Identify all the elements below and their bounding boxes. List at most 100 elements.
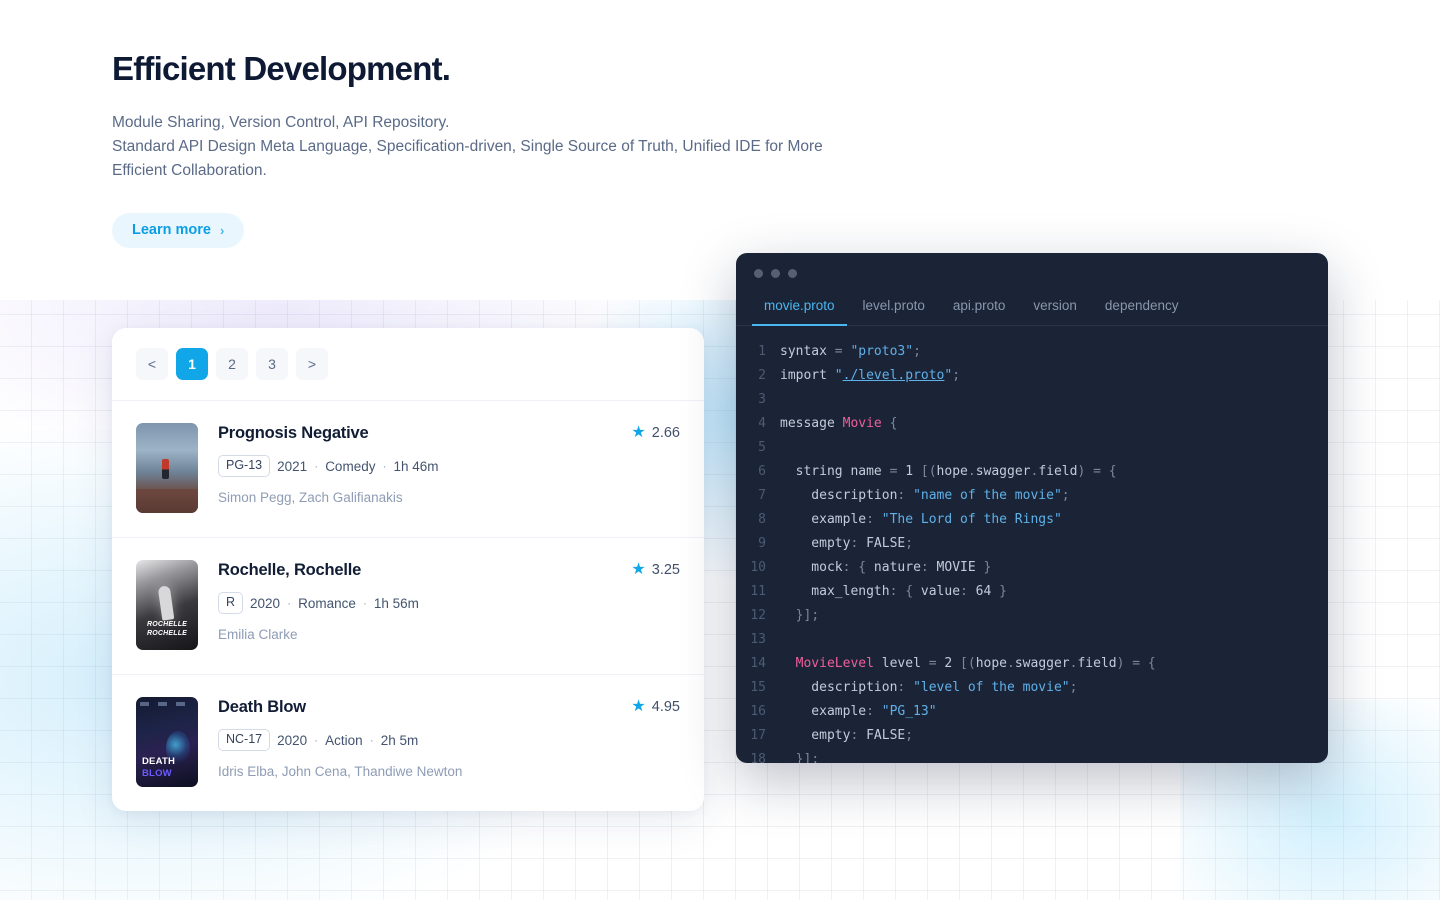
code-line: 8 example: "The Lord of the Rings" <box>736 508 1328 532</box>
tab-version[interactable]: version <box>1021 290 1089 326</box>
movie-year: 2020 <box>250 595 281 611</box>
movie-meta: NC-17 2020 · Action · 2h 5m <box>218 729 611 751</box>
poster-title-line1: ROCHELLE <box>146 621 188 629</box>
movie-poster: DEATH BLOW <box>136 697 198 787</box>
maximize-icon[interactable] <box>788 269 797 278</box>
pagination-prev-button[interactable]: < <box>136 348 168 380</box>
poster-title-line2: ROCHELLE <box>146 629 188 637</box>
movie-meta: R 2020 · Romance · 1h 56m <box>218 592 611 614</box>
line-number: 16 <box>750 704 766 719</box>
tab-level-proto[interactable]: level.proto <box>851 290 937 326</box>
movie-info: Rochelle, Rochelle R 2020 · Romance · 1h… <box>218 560 611 642</box>
poster-title-line2: NEGATIVE <box>147 499 187 508</box>
code-line-text: max_length: { value: 64 } <box>780 584 1007 599</box>
tab-api-proto[interactable]: api.proto <box>941 290 1018 326</box>
code-editor-window: movie.proto level.proto api.proto versio… <box>736 253 1328 763</box>
meta-separator: · <box>314 459 319 473</box>
movie-row[interactable]: PROGNOSIS NEGATIVE Prognosis Negative PG… <box>112 400 704 537</box>
poster-title-line1: DEATH <box>142 756 176 768</box>
code-line: 4 message Movie { <box>736 412 1328 436</box>
code-line-text: empty: FALSE; <box>780 536 914 551</box>
code-line: 18 }]; <box>736 748 1328 763</box>
content-rating-badge: NC-17 <box>218 729 271 751</box>
line-number: 4 <box>758 416 766 431</box>
movie-cast: Idris Elba, John Cena, Thandiwe Newton <box>218 764 463 779</box>
code-line-text: description: "name of the movie"; <box>780 488 1070 503</box>
code-line: 14 MovieLevel level = 2 [(hope.swagger.f… <box>736 652 1328 676</box>
movie-row[interactable]: ROCHELLE ROCHELLE Rochelle, Rochelle R 2… <box>112 537 704 674</box>
learn-more-button[interactable]: Learn more › <box>112 213 245 249</box>
code-line-text: MovieLevel level = 2 [(hope.swagger.fiel… <box>795 656 1156 671</box>
tab-dependency[interactable]: dependency <box>1093 290 1191 326</box>
code-content[interactable]: 1 syntax = "proto3"; 2 import "./level.prot… <box>736 326 1328 763</box>
star-icon: ★ <box>631 424 646 441</box>
meta-separator: · <box>314 733 319 747</box>
content-rating-badge: PG-13 <box>218 455 271 477</box>
movie-cast: Emilia Clarke <box>218 627 298 642</box>
movie-runtime: 1h 56m <box>373 595 419 611</box>
code-line-text: import "./level.proto"; <box>780 368 961 383</box>
pagination-page-2[interactable]: 2 <box>216 348 248 380</box>
movie-score: ★ 4.95 <box>631 697 680 716</box>
movie-poster: PROGNOSIS NEGATIVE <box>136 423 198 513</box>
movie-genre: Comedy <box>325 458 376 474</box>
code-line: 13 <box>736 628 1328 652</box>
minimize-icon[interactable] <box>771 269 780 278</box>
poster-title: DEATH BLOW <box>142 756 175 779</box>
line-number: 9 <box>758 536 766 551</box>
movie-year: 2020 <box>277 732 308 748</box>
movie-title: Death Blow <box>218 698 306 716</box>
movie-list-card: < 1 2 3 > PROGNOSIS NEGATIVE Prognosis N… <box>112 328 704 811</box>
line-number: 6 <box>758 464 766 479</box>
code-line: 5 <box>736 436 1328 460</box>
line-number: 11 <box>750 584 766 599</box>
star-icon: ★ <box>631 698 646 715</box>
editor-tabs: movie.proto level.proto api.proto versio… <box>736 290 1328 326</box>
code-line-text: empty: FALSE; <box>780 728 914 743</box>
line-number: 7 <box>758 488 766 503</box>
code-line: 3 <box>736 388 1328 412</box>
code-line-text: mock: { nature: MOVIE } <box>780 560 992 575</box>
code-line: 9 empty: FALSE; <box>736 532 1328 556</box>
tab-movie-proto[interactable]: movie.proto <box>752 290 847 326</box>
poster-title: PROGNOSIS NEGATIVE <box>136 490 198 508</box>
code-line: 10 mock: { nature: MOVIE } <box>736 556 1328 580</box>
landing-page: Efficient Development. Module Sharing, V… <box>0 0 1440 900</box>
line-number: 17 <box>750 728 766 743</box>
movie-info: Death Blow NC-17 2020 · Action · 2h 5m I… <box>218 697 611 779</box>
movie-genre: Action <box>325 732 363 748</box>
pagination: < 1 2 3 > <box>112 328 704 400</box>
movie-title: Prognosis Negative <box>218 424 369 442</box>
code-line: 6 string name = 1 [(hope.swagger.field) … <box>736 460 1328 484</box>
line-number: 5 <box>758 440 766 455</box>
line-number: 12 <box>750 608 766 623</box>
movie-poster: ROCHELLE ROCHELLE <box>136 560 198 650</box>
window-titlebar <box>736 253 1328 290</box>
movie-info: Prognosis Negative PG-13 2021 · Comedy ·… <box>218 423 611 505</box>
pagination-next-button[interactable]: > <box>296 348 328 380</box>
pagination-page-3[interactable]: 3 <box>256 348 288 380</box>
meta-separator: · <box>287 596 292 610</box>
line-number: 2 <box>758 368 766 383</box>
hero-section: Efficient Development. Module Sharing, V… <box>112 48 892 249</box>
movie-genre: Romance <box>298 595 356 611</box>
movie-score: ★ 2.66 <box>631 423 680 442</box>
code-line: 12 }]; <box>736 604 1328 628</box>
line-number: 3 <box>758 392 766 407</box>
pagination-page-1[interactable]: 1 <box>176 348 208 380</box>
code-line-text: }]; <box>795 752 820 763</box>
movie-score-value: 4.95 <box>651 699 680 715</box>
movie-year: 2021 <box>277 458 308 474</box>
movie-row[interactable]: DEATH BLOW Death Blow NC-17 2020 · Actio… <box>112 674 704 811</box>
code-line-text: example: "PG_13" <box>780 704 937 719</box>
close-icon[interactable] <box>754 269 763 278</box>
movie-meta: PG-13 2021 · Comedy · 1h 46m <box>218 455 611 477</box>
code-line: 16 example: "PG_13" <box>736 700 1328 724</box>
code-line-text: message Movie { <box>780 416 898 431</box>
code-line: 17 empty: FALSE; <box>736 724 1328 748</box>
line-number: 1 <box>758 344 766 359</box>
movie-score: ★ 3.25 <box>631 560 680 579</box>
line-number: 13 <box>750 632 766 647</box>
meta-separator: · <box>382 459 387 473</box>
line-number: 8 <box>758 512 766 527</box>
